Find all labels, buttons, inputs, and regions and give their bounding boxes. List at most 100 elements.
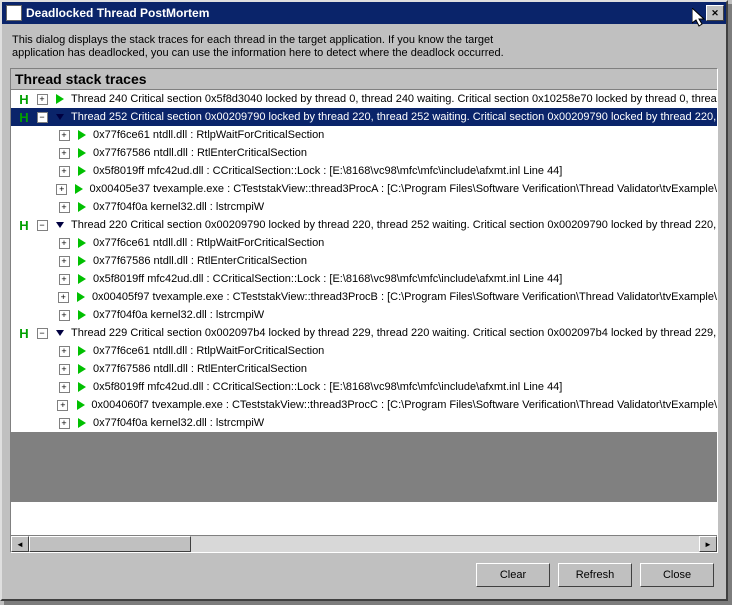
stack-frame-label: 0x00405e37 tvexample.exe : CTeststakView… <box>88 183 718 195</box>
scroll-track[interactable] <box>29 536 699 552</box>
desc-line: application has deadlocked, you can use … <box>12 47 716 60</box>
play-icon <box>73 274 91 284</box>
thread-header-row[interactable]: H+ Thread 240 Critical section 0x5f8d3040… <box>11 90 717 108</box>
stack-frame-label: 0x77f6ce61 ntdll.dll : RtlpWaitForCritic… <box>91 237 324 249</box>
expander-button[interactable]: + <box>54 400 72 411</box>
play-icon <box>73 166 91 176</box>
stack-frame-row[interactable]: +0x5f8019ff mfc42ud.dll : CCriticalSecti… <box>11 378 717 396</box>
stack-frame-label: 0x77f67586 ntdll.dll : RtlEnterCriticalS… <box>91 363 307 375</box>
stack-frame-row[interactable]: +0x77f67586 ntdll.dll : RtlEnterCritical… <box>11 360 717 378</box>
stack-trace-panel: Thread stack traces H+Thread 240 Critica… <box>10 68 718 553</box>
window-title: Deadlocked Thread PostMortem <box>26 6 704 20</box>
stack-frame-row[interactable]: +0x77f67586 ntdll.dll : RtlEnterCritical… <box>11 252 717 270</box>
stack-frame-row[interactable]: +0x5f8019ff mfc42ud.dll : CCriticalSecti… <box>11 162 717 180</box>
titlebar[interactable]: Deadlocked Thread PostMortem ✕ <box>2 2 726 24</box>
dialog-description: This dialog displays the stack traces fo… <box>2 24 726 68</box>
app-icon <box>6 5 22 21</box>
clear-button[interactable]: Clear <box>476 563 550 587</box>
stack-frame-row[interactable]: +0x77f6ce61 ntdll.dll : RtlpWaitForCriti… <box>11 342 717 360</box>
stack-frame-row[interactable]: +0x77f04f0a kernel32.dll : lstrcmpiW <box>11 306 717 324</box>
horizontal-scrollbar[interactable]: ◄ ► <box>11 535 717 552</box>
expander-button[interactable]: + <box>55 130 73 141</box>
stack-frame-row[interactable]: +0x77f04f0a kernel32.dll : lstrcmpiW <box>11 198 717 216</box>
stack-frame-row[interactable]: +0x00405f97 tvexample.exe : CTeststakVie… <box>11 288 717 306</box>
expander-button[interactable]: + <box>55 166 73 177</box>
expander-button[interactable]: + <box>55 418 73 429</box>
thread-header-label: Thread 220 Critical section 0x00209790 l… <box>69 219 716 231</box>
stack-frame-row[interactable]: +0x77f67586 ntdll.dll : RtlEnterCritical… <box>11 144 717 162</box>
stack-frame-label: 0x77f67586 ntdll.dll : RtlEnterCriticalS… <box>91 255 307 267</box>
thread-header-row[interactable]: H− Thread 220 Critical section 0x00209790… <box>11 216 717 234</box>
thread-header-row[interactable]: H− Thread 252 Critical section 0x00209790… <box>11 108 717 126</box>
scroll-thumb[interactable] <box>29 536 191 552</box>
empty-area <box>11 432 717 502</box>
expander-button[interactable]: + <box>53 184 70 195</box>
panel-title: Thread stack traces <box>11 69 717 90</box>
play-icon <box>73 346 91 356</box>
play-icon <box>73 148 91 158</box>
play-icon <box>73 364 91 374</box>
thread-header-label: Thread 229 Critical section 0x002097b4 l… <box>69 327 716 339</box>
expander-button[interactable]: + <box>55 346 73 357</box>
expander-button[interactable]: − <box>33 220 51 231</box>
stack-frame-label: 0x00405f97 tvexample.exe : CTeststakView… <box>90 291 717 303</box>
stack-frame-label: 0x5f8019ff mfc42ud.dll : CCriticalSectio… <box>91 381 562 393</box>
stack-frame-row[interactable]: +0x5f8019ff mfc42ud.dll : CCriticalSecti… <box>11 270 717 288</box>
thread-header-row[interactable]: H− Thread 229 Critical section 0x002097b4… <box>11 324 717 342</box>
play-icon <box>51 94 69 104</box>
expander-button[interactable]: − <box>33 328 51 339</box>
expander-button[interactable]: + <box>33 94 51 105</box>
expander-button[interactable]: + <box>55 382 73 393</box>
thread-marker-icon: H <box>15 110 33 125</box>
scroll-right-button[interactable]: ► <box>699 536 717 552</box>
thread-marker-icon: H <box>15 92 33 107</box>
scroll-left-button[interactable]: ◄ <box>11 536 29 552</box>
refresh-button[interactable]: Refresh <box>558 563 632 587</box>
expander-button[interactable]: + <box>55 364 73 375</box>
close-button[interactable]: Close <box>640 563 714 587</box>
play-icon <box>73 382 91 392</box>
play-icon <box>73 310 91 320</box>
play-icon <box>73 130 91 140</box>
stack-frame-row[interactable]: +0x77f04f0a kernel32.dll : lstrcmpiW <box>11 414 717 432</box>
stack-frame-label: 0x5f8019ff mfc42ud.dll : CCriticalSectio… <box>91 165 562 177</box>
stack-frame-label: 0x5f8019ff mfc42ud.dll : CCriticalSectio… <box>91 273 562 285</box>
tree-view[interactable]: H+Thread 240 Critical section 0x5f8d3040… <box>11 90 717 535</box>
play-icon <box>73 238 91 248</box>
desc-line: This dialog displays the stack traces fo… <box>12 34 716 47</box>
stack-frame-row[interactable]: +0x77f6ce61 ntdll.dll : RtlpWaitForCriti… <box>11 234 717 252</box>
stack-frame-label: 0x77f6ce61 ntdll.dll : RtlpWaitForCritic… <box>91 129 324 141</box>
expander-button[interactable]: + <box>55 148 73 159</box>
expander-button[interactable]: + <box>55 274 73 285</box>
chevron-down-icon <box>51 222 69 228</box>
play-icon <box>72 400 90 410</box>
chevron-down-icon <box>51 330 69 336</box>
expander-button[interactable]: + <box>55 310 73 321</box>
play-icon <box>70 184 87 194</box>
stack-frame-label: 0x77f6ce61 ntdll.dll : RtlpWaitForCritic… <box>91 345 324 357</box>
stack-frame-row[interactable]: +0x77f6ce61 ntdll.dll : RtlpWaitForCriti… <box>11 126 717 144</box>
thread-marker-icon: H <box>15 326 33 341</box>
expander-button[interactable]: + <box>55 238 73 249</box>
stack-frame-label: 0x77f04f0a kernel32.dll : lstrcmpiW <box>91 309 264 321</box>
play-icon <box>73 202 91 212</box>
stack-frame-label: 0x77f04f0a kernel32.dll : lstrcmpiW <box>91 201 264 213</box>
stack-frame-row[interactable]: +0x004060f7 tvexample.exe : CTeststakVie… <box>11 396 717 414</box>
stack-frame-label: 0x77f67586 ntdll.dll : RtlEnterCriticalS… <box>91 147 307 159</box>
close-icon[interactable]: ✕ <box>706 5 724 21</box>
expander-button[interactable]: + <box>55 202 73 213</box>
button-row: Clear Refresh Close <box>2 553 726 599</box>
expander-button[interactable]: + <box>55 256 73 267</box>
stack-frame-label: 0x004060f7 tvexample.exe : CTeststakView… <box>89 399 717 411</box>
stack-frame-row[interactable]: +0x00405e37 tvexample.exe : CTeststakVie… <box>11 180 717 198</box>
expander-button[interactable]: − <box>33 112 51 123</box>
chevron-down-icon <box>51 114 69 120</box>
expander-button[interactable]: + <box>54 292 72 303</box>
play-icon <box>73 256 91 266</box>
dialog-window: Deadlocked Thread PostMortem ✕ This dial… <box>0 0 728 601</box>
thread-header-label: Thread 240 Critical section 0x5f8d3040 l… <box>69 93 717 105</box>
thread-header-label: Thread 252 Critical section 0x00209790 l… <box>69 111 716 123</box>
stack-frame-label: 0x77f04f0a kernel32.dll : lstrcmpiW <box>91 417 264 429</box>
thread-marker-icon: H <box>15 218 33 233</box>
play-icon <box>72 292 90 302</box>
